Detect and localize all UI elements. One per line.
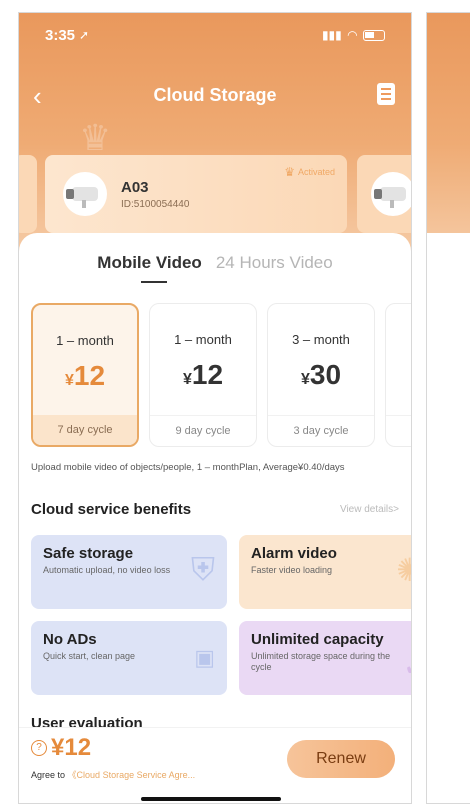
tab-24-hours-video[interactable]: 24 Hours Video xyxy=(216,253,333,273)
benefit-card-unlimited-capacity[interactable]: Unlimited capacity Unlimited storage spa… xyxy=(239,621,411,695)
question-icon[interactable]: ? xyxy=(31,740,47,756)
plan-cycle: 3 day cycle xyxy=(268,415,374,446)
chevron-left-icon[interactable]: ‹ xyxy=(33,81,42,112)
plan-name: 3 – month xyxy=(292,332,350,347)
benefit-title: Alarm video xyxy=(251,545,337,562)
benefits-header: Cloud service benefits View details> xyxy=(31,501,399,518)
plan-price: ¥12 xyxy=(64,360,106,391)
benefit-subtitle: Quick start, clean page xyxy=(43,651,136,661)
benefits-title: Cloud service benefits xyxy=(31,501,192,518)
camera-icon xyxy=(63,172,107,216)
device-card[interactable]: A03 ID:5100054440 ♛ Activated xyxy=(45,155,347,233)
plan-card[interactable]: 3 – month ¥30 3 day cycle xyxy=(267,303,375,447)
alarm-light-icon: ✺ xyxy=(396,551,411,589)
view-details-link[interactable]: View details> xyxy=(340,504,399,515)
plan-cycle: 9 xyxy=(386,415,411,446)
crown-icon: ♛ xyxy=(284,165,295,179)
signal-icon: ▮▮▮ xyxy=(321,28,342,42)
renew-button[interactable]: Renew xyxy=(287,740,395,778)
bottom-bar: ? ¥12 Agree to 《Cloud Storage Service Ag… xyxy=(19,727,411,803)
benefit-title: No ADs xyxy=(43,631,97,648)
plan-cycle: 7 day cycle xyxy=(33,415,137,445)
navigation-arrow-icon: ➚ xyxy=(79,28,90,42)
plan-card[interactable]: 1 – month ¥12 7 day cycle xyxy=(31,303,139,447)
plan-card[interactable]: 3 – ¥ 9 xyxy=(385,303,411,447)
home-indicator xyxy=(141,797,281,801)
total-price-value: ¥12 xyxy=(51,734,92,761)
benefit-title: Unlimited capacity xyxy=(251,631,384,648)
second-phone-screen-partial xyxy=(426,12,470,804)
benefit-title: Safe storage xyxy=(43,545,134,562)
video-type-tabs: Mobile Video 24 Hours Video xyxy=(19,253,411,283)
document-icon[interactable] xyxy=(377,83,395,105)
device-id: ID:5100054440 xyxy=(121,198,190,210)
benefit-card-no-ads[interactable]: No ADs Quick start, clean page ▣ xyxy=(31,621,227,695)
device-name: A03 xyxy=(121,178,149,196)
device-card-previous[interactable] xyxy=(19,155,37,233)
benefit-card-alarm-video[interactable]: Alarm video Faster video loading ✺ xyxy=(239,535,411,609)
ad-icon: ▣ xyxy=(194,645,215,670)
total-price: ? ¥12 xyxy=(31,734,91,762)
camera-icon xyxy=(371,172,411,216)
benefits-grid: Safe storage Automatic upload, no video … xyxy=(31,535,411,695)
agreement-link[interactable]: 《Cloud Storage Service Agre... xyxy=(68,770,196,780)
status-bar: 3:35 ➚ ▮▮▮ ◠ xyxy=(19,13,411,57)
status-badge-label: Activated xyxy=(297,167,335,177)
plan-card[interactable]: 1 – month ¥12 9 day cycle xyxy=(149,303,257,447)
status-time: 3:35 xyxy=(45,26,76,44)
benefit-subtitle: Faster video loading xyxy=(251,565,333,575)
plan-name: 1 – month xyxy=(56,333,114,348)
benefit-card-safe-storage[interactable]: Safe storage Automatic upload, no video … xyxy=(31,535,227,609)
status-badge: ♛ Activated xyxy=(284,165,335,179)
page-title: Cloud Storage xyxy=(153,84,277,105)
nav-bar: ‹ Cloud Storage xyxy=(19,75,411,115)
benefit-subtitle: Automatic upload, no video loss xyxy=(43,565,171,575)
benefit-subtitle: Unlimited storage space during the cycle xyxy=(251,651,391,672)
plan-name: 1 – month xyxy=(174,332,232,347)
plan-price: ¥12 xyxy=(182,359,224,390)
plan-description: Upload mobile video of objects/people, 1… xyxy=(31,462,345,473)
battery-icon xyxy=(363,29,385,41)
plan-list: 1 – month ¥12 7 day cycle 1 – month ¥12 … xyxy=(31,303,411,447)
tab-mobile-video[interactable]: Mobile Video xyxy=(97,253,202,283)
content-sheet: Mobile Video 24 Hours Video 1 – month ¥1… xyxy=(19,233,411,803)
agreement-text: Agree to 《Cloud Storage Service Agre... xyxy=(31,770,196,780)
shield-icon: ⛨ xyxy=(190,551,215,587)
plan-cycle: 9 day cycle xyxy=(150,415,256,446)
crown-decoration-icon: ♛ xyxy=(79,117,112,158)
status-icons: ▮▮▮ ◠ xyxy=(322,28,385,42)
plan-price: ¥30 xyxy=(300,359,342,390)
wifi-icon: ◠ xyxy=(347,28,357,42)
check-icon: ✔ xyxy=(405,655,411,681)
device-card-next[interactable] xyxy=(357,155,411,233)
phone-screen: 3:35 ➚ ▮▮▮ ◠ ‹ Cloud Storage ♛ A03 ID:51… xyxy=(18,12,412,804)
